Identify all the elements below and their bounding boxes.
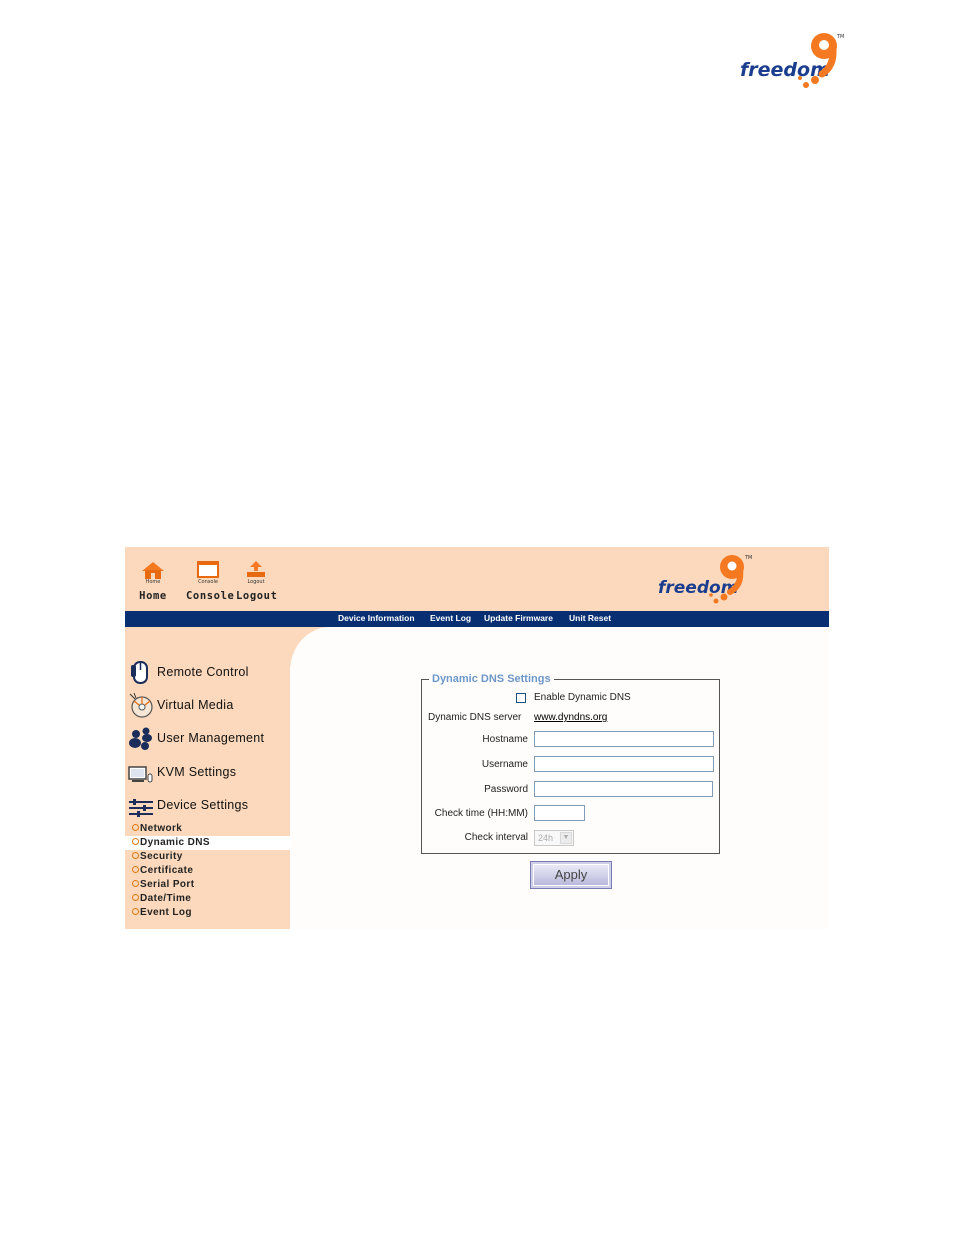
bullet-icon	[132, 823, 139, 831]
check-time-input[interactable]	[534, 805, 585, 821]
cd-icon	[129, 692, 153, 718]
sidebar-item-kvm-settings[interactable]: KVM Settings	[128, 759, 236, 785]
bullet-icon	[132, 851, 139, 859]
sidebar-item-device-settings[interactable]: Device Settings	[128, 792, 248, 818]
sidebar-item-virtual-media[interactable]: Virtual Media	[128, 692, 234, 718]
check-interval-select[interactable]: 24h ▼	[534, 830, 574, 846]
nav-event-log[interactable]: Event Log	[430, 613, 471, 623]
hostname-label: Hostname	[482, 734, 528, 745]
sidebar-subitem-event-log[interactable]: Event Log	[132, 906, 192, 920]
mouse-icon	[131, 661, 148, 684]
apply-button[interactable]: Apply	[530, 861, 612, 889]
check-interval-label: Check interval	[464, 832, 528, 843]
username-label: Username	[481, 759, 528, 770]
settings-icon	[129, 799, 153, 817]
password-label: Password	[484, 784, 528, 795]
chevron-down-icon: ▼	[560, 832, 572, 844]
dns-server-label: Dynamic DNS server	[428, 712, 522, 723]
sidebar-subitem-date-time[interactable]: Date/Time	[132, 892, 191, 906]
sidebar-subitem-security[interactable]: Security	[132, 850, 183, 864]
sidebar-item-user-management[interactable]: User Management	[128, 725, 264, 751]
sidebar-subitem-dynamic-dns[interactable]: Dynamic DNS	[125, 836, 290, 850]
nav-device-information[interactable]: Device Information	[338, 613, 415, 623]
users-icon	[129, 727, 152, 750]
nav-unit-reset[interactable]: Unit Reset	[569, 613, 611, 623]
dynamic-dns-settings-legend: Dynamic DNS Settings	[432, 673, 551, 685]
enable-dynamic-dns-checkbox[interactable]	[516, 693, 526, 703]
dns-server-link[interactable]: www.dyndns.org	[534, 712, 607, 723]
sidebar-subitem-network[interactable]: Network	[132, 822, 182, 836]
monitor-icon	[128, 766, 153, 783]
freedom9-logo: freedom TM	[740, 33, 844, 88]
bullet-icon	[132, 879, 139, 887]
logout-button[interactable]: Logout Logout	[236, 561, 277, 602]
top-nav-bar: Device Information Event Log Update Firm…	[125, 611, 829, 627]
header-bar: Home Home Console Console Logout Logout …	[125, 547, 829, 611]
console-icon	[197, 561, 219, 578]
logout-icon	[247, 561, 265, 577]
bullet-icon	[132, 865, 139, 873]
hostname-input[interactable]	[534, 731, 714, 747]
sidebar-subitem-serial-port[interactable]: Serial Port	[132, 878, 194, 892]
check-time-label: Check time (HH:MM)	[434, 808, 528, 819]
username-input[interactable]	[534, 756, 714, 772]
console-button[interactable]: Console Console	[186, 561, 234, 602]
sidebar-curve	[290, 627, 362, 707]
home-button[interactable]: Home Home	[134, 561, 172, 602]
password-input[interactable]	[534, 781, 713, 797]
freedom9-header-logo: freedom TM	[658, 555, 752, 604]
svg-text:TM: TM	[744, 555, 752, 561]
sidebar-item-remote-control[interactable]: Remote Control	[128, 659, 249, 685]
svg-text:TM: TM	[836, 34, 844, 40]
bullet-icon	[132, 907, 139, 915]
kvm-web-interface: Home Home Console Console Logout Logout …	[125, 547, 829, 929]
bullet-icon	[132, 837, 139, 845]
bullet-icon	[132, 893, 139, 901]
home-icon	[142, 562, 164, 579]
nav-update-firmware[interactable]: Update Firmware	[484, 613, 553, 623]
sidebar-subitem-certificate[interactable]: Certificate	[132, 864, 193, 878]
enable-dynamic-dns-label: Enable Dynamic DNS	[534, 692, 631, 703]
